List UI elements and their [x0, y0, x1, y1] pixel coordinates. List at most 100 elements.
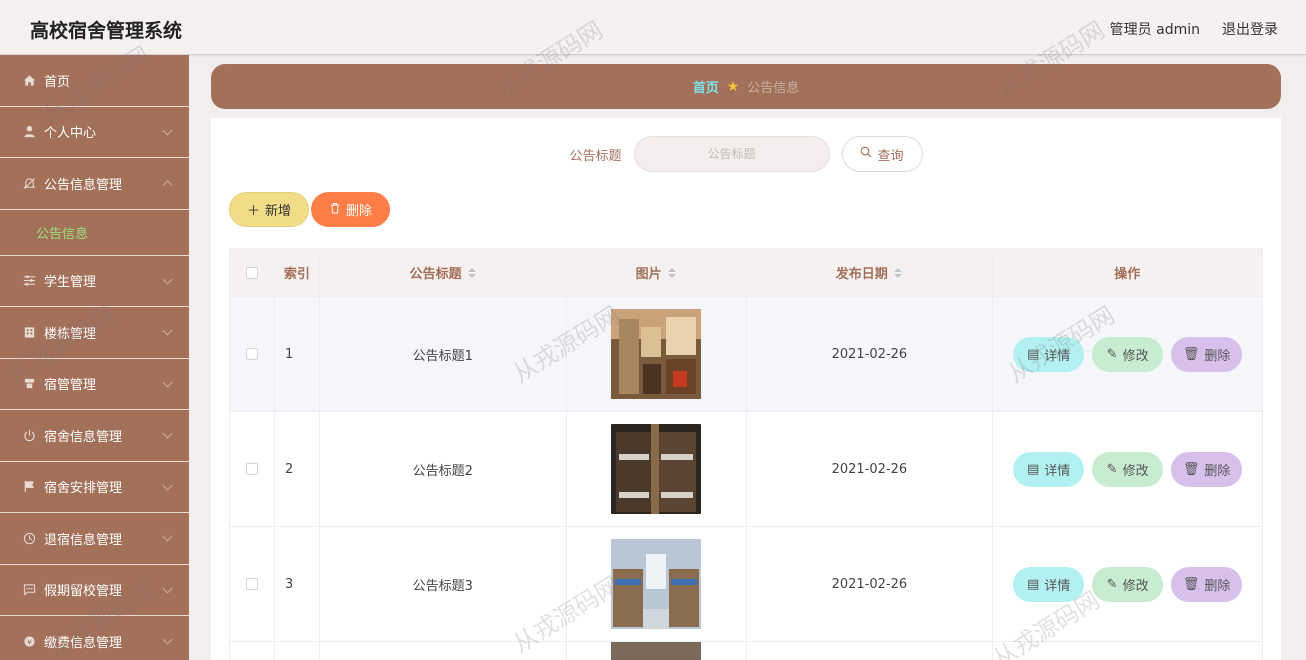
sidebar-item-label: 楼栋管理	[44, 326, 97, 342]
chevron-up-icon	[162, 180, 173, 191]
breadcrumb: 首页 ★ 公告信息	[211, 64, 1281, 109]
detail-label: 详情	[1044, 348, 1071, 364]
flag-icon	[22, 480, 36, 494]
user-icon	[22, 125, 36, 139]
breadcrumb-current: 公告信息	[747, 81, 800, 96]
document-icon: ▤	[1026, 346, 1040, 362]
message-icon	[22, 583, 36, 597]
sort-icon	[467, 267, 476, 278]
svg-text:¥: ¥	[27, 637, 32, 646]
row-date: 2021-02-26	[747, 527, 994, 641]
content-panel: 公告标题 查询 ＋ 新增 删除 索引 公告标题 图片	[211, 118, 1281, 660]
row-image-cell	[567, 527, 747, 641]
sidebar-item-label: 公告信息管理	[44, 177, 123, 193]
plus-icon: ＋	[246, 204, 260, 219]
chevron-down-icon	[162, 634, 173, 645]
edit-button[interactable]: ✎ 修改	[1092, 336, 1164, 372]
edit-label: 修改	[1122, 348, 1149, 364]
breadcrumb-home[interactable]: 首页	[693, 77, 719, 96]
chevron-down-icon	[162, 325, 173, 336]
sidebar-item-buildings[interactable]: 楼栋管理	[0, 307, 189, 359]
chevron-down-icon	[162, 377, 173, 388]
sidebar-item-home[interactable]: 首页	[0, 55, 189, 107]
table-row: 3 公告标题3 2021-02-26 ▤ 详情 ✎ 修改 🗑 删除	[229, 527, 1264, 642]
row-index: 2	[275, 412, 320, 526]
user-area: 管理员 admin 退出登录	[1110, 19, 1278, 39]
detail-button[interactable]: ▤ 详情	[1013, 336, 1085, 372]
pencil-icon: ✎	[1106, 461, 1118, 477]
clock-icon	[22, 531, 36, 545]
sidebar-item-label: 个人中心	[44, 126, 97, 142]
detail-button[interactable]: ▤ 详情	[1013, 451, 1085, 487]
table-header: 索引 公告标题 图片 发布日期 操作	[229, 248, 1263, 297]
column-header-title[interactable]: 公告标题	[320, 249, 567, 296]
chevron-down-icon	[162, 428, 173, 439]
table-row: 1 公告标题1 2021-02-26 ▤ 详情 ✎ 修改 🗑 删除	[229, 297, 1264, 412]
delete-label: 删除	[1204, 578, 1231, 594]
table-row: 2 公告标题2 2021-02-26 ▤ 详情 ✎ 修改 🗑 删除	[229, 412, 1264, 527]
sidebar-item-holiday-stay[interactable]: 假期留校管理	[0, 565, 189, 616]
row-checkbox[interactable]	[245, 463, 258, 475]
detail-button[interactable]: ▤ 详情	[1013, 566, 1085, 602]
row-title: 公告标题1	[320, 297, 567, 411]
column-header-image[interactable]: 图片	[566, 249, 747, 296]
delete-button[interactable]: 🗑 删除	[1171, 336, 1243, 372]
sidebar-subitem-notice-info[interactable]: 公告信息	[0, 210, 189, 256]
dorm-room-image[interactable]	[611, 424, 702, 514]
row-index: 3	[275, 527, 320, 641]
sidebar-item-students[interactable]: 学生管理	[0, 256, 189, 307]
query-button-label: 查询	[877, 148, 904, 164]
chevron-down-icon	[162, 531, 173, 542]
column-header-actions: 操作	[1114, 267, 1141, 282]
sidebar-item-dorm-managers[interactable]: 宿管管理	[0, 359, 189, 410]
sidebar-item-label: 宿舍安排管理	[44, 481, 123, 497]
row-title: 公告标题2	[320, 412, 567, 526]
dorm-room-image[interactable]	[611, 642, 702, 660]
sidebar: 首页 个人中心 公告信息管理 公告信息 学生管理 楼栋管理 宿管管理 宿舍信息管…	[0, 55, 189, 660]
trash-icon: 🗑	[1182, 346, 1200, 362]
star-icon: ★	[726, 78, 740, 95]
row-actions: ▤ 详情 ✎ 修改 🗑 删除	[993, 297, 1264, 411]
column-header-label: 发布日期	[835, 267, 888, 282]
row-image-cell	[567, 412, 747, 526]
edit-button[interactable]: ✎ 修改	[1092, 451, 1164, 487]
sidebar-item-dorm-info[interactable]: 宿舍信息管理	[0, 410, 189, 462]
batch-delete-label: 删除	[345, 204, 372, 219]
edit-button[interactable]: ✎ 修改	[1092, 566, 1164, 602]
row-index: 1	[275, 297, 320, 411]
pencil-icon: ✎	[1106, 576, 1118, 592]
search-input[interactable]	[633, 136, 830, 172]
row-checkbox[interactable]	[245, 578, 258, 590]
chevron-down-icon	[162, 583, 173, 594]
logout-link[interactable]: 退出登录	[1222, 19, 1278, 39]
app-title: 高校宿舍管理系统	[30, 20, 183, 42]
dorm-room-image[interactable]	[611, 309, 702, 399]
edit-label: 修改	[1122, 463, 1149, 479]
delete-button[interactable]: 🗑 删除	[1171, 451, 1243, 487]
sort-icon	[667, 267, 676, 278]
dorm-room-image[interactable]	[611, 539, 702, 629]
sidebar-item-label: 学生管理	[44, 275, 97, 291]
sidebar-item-dorm-arrangement[interactable]: 宿舍安排管理	[0, 462, 189, 513]
delete-button[interactable]: 🗑 删除	[1171, 566, 1243, 602]
sidebar-item-payment[interactable]: ¥ 缴费信息管理	[0, 616, 189, 660]
add-button-label: 新增	[265, 204, 292, 219]
select-all-checkbox[interactable]	[245, 266, 258, 279]
row-date: 2021-02-26	[747, 297, 994, 411]
bell-off-icon	[22, 176, 36, 190]
toolbar: ＋ 新增 删除	[229, 192, 390, 227]
edit-label: 修改	[1122, 578, 1149, 594]
chevron-down-icon	[162, 480, 173, 491]
chevron-down-icon	[162, 125, 173, 136]
row-actions: ▤ 详情 ✎ 修改 🗑 删除	[993, 412, 1264, 526]
sidebar-item-profile[interactable]: 个人中心	[0, 107, 189, 158]
sidebar-item-notice-management[interactable]: 公告信息管理	[0, 158, 189, 210]
column-header-date[interactable]: 发布日期	[746, 249, 993, 296]
query-button[interactable]: 查询	[841, 136, 923, 172]
row-checkbox[interactable]	[245, 348, 258, 360]
sidebar-item-checkout[interactable]: 退宿信息管理	[0, 513, 189, 565]
table-row	[229, 642, 1263, 660]
sidebar-item-label: 假期留校管理	[44, 584, 123, 600]
add-button[interactable]: ＋ 新增	[229, 192, 309, 227]
batch-delete-button[interactable]: 删除	[311, 192, 390, 227]
